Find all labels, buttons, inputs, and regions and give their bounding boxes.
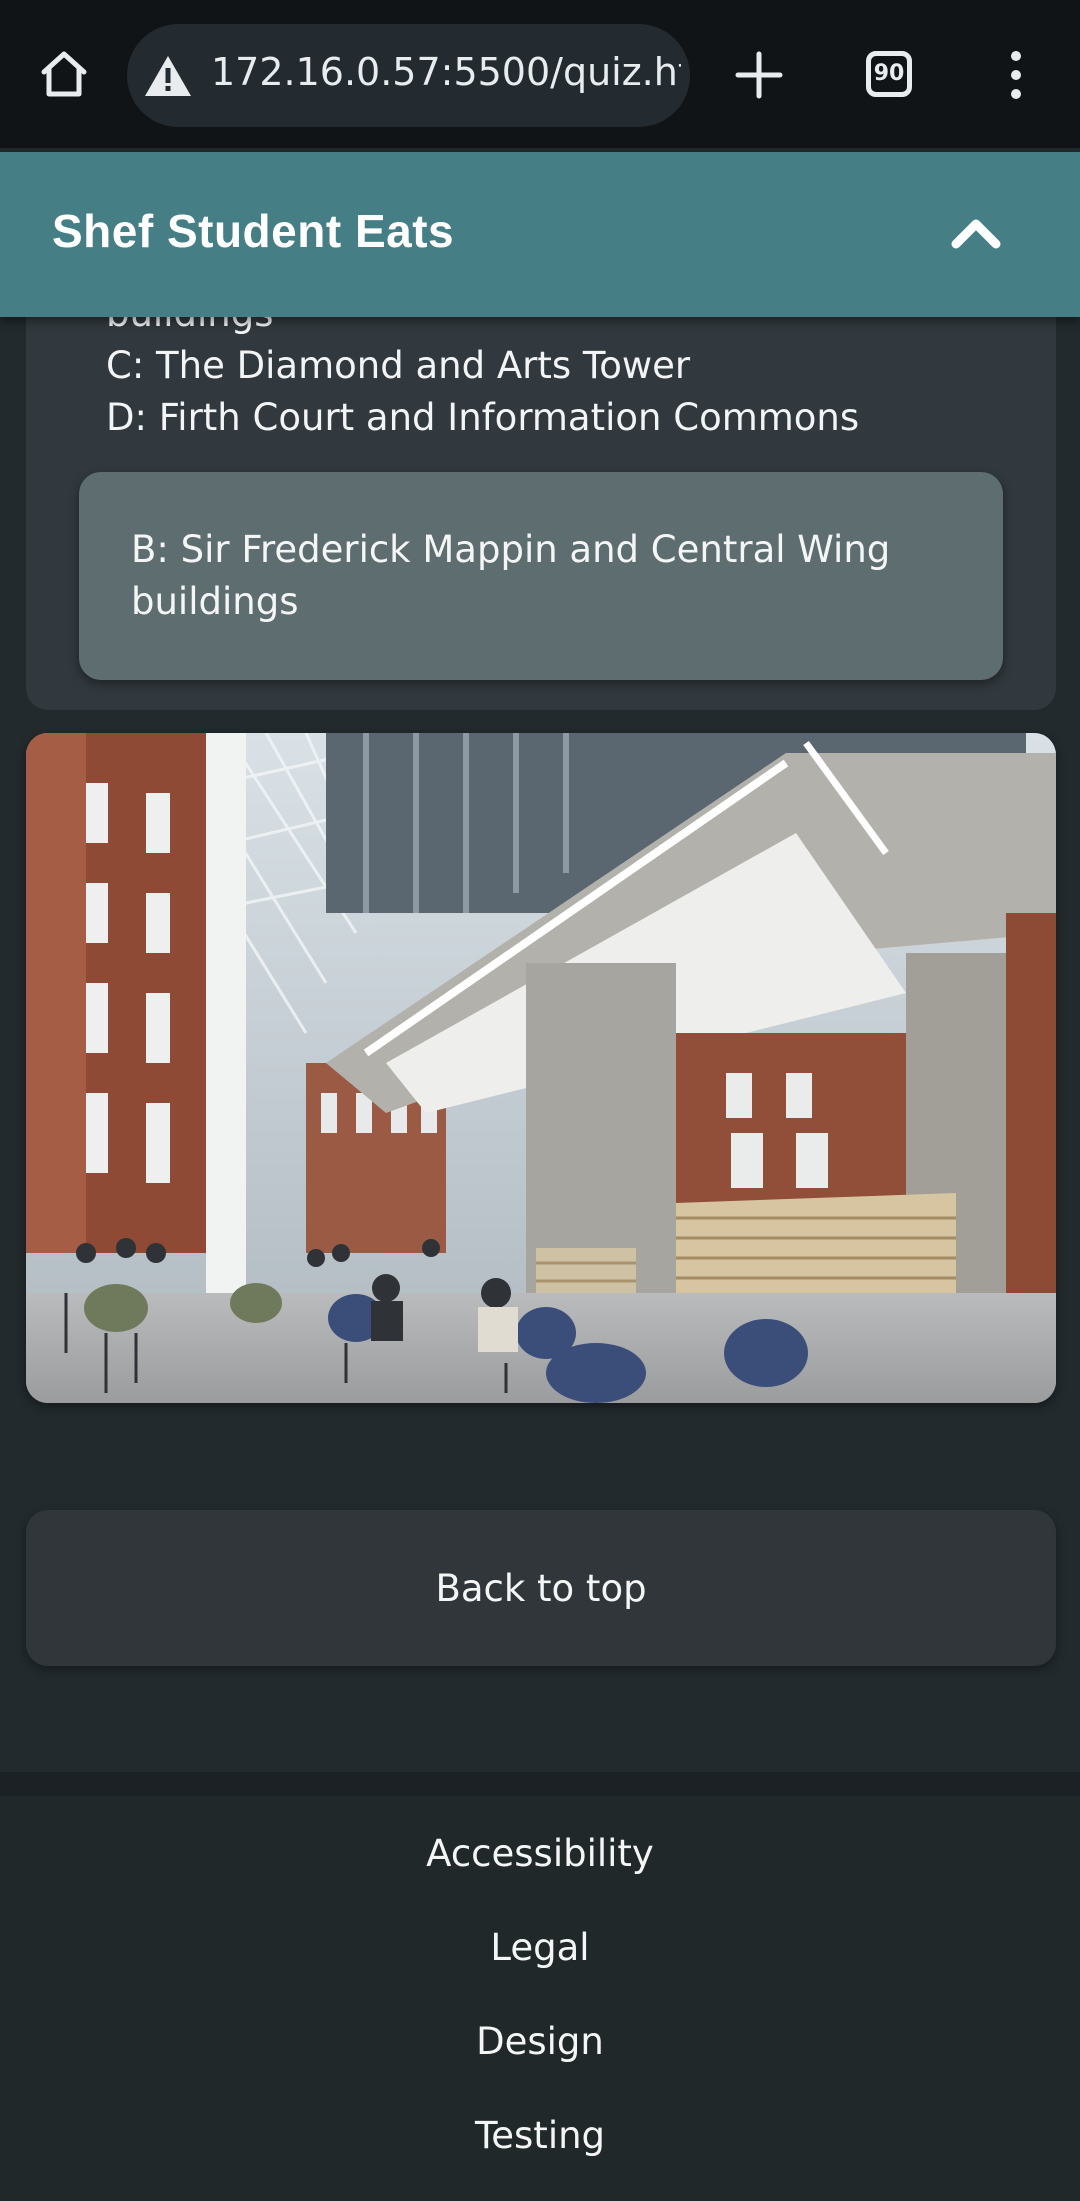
chevron-up-icon[interactable] bbox=[950, 214, 1002, 250]
quiz-option-d: D: Firth Court and Information Commons bbox=[106, 396, 860, 439]
browser-toolbar: 172.16.0.57:5500/quiz.html 90 bbox=[0, 0, 1080, 148]
footer-link-testing[interactable]: Testing bbox=[0, 2114, 1080, 2157]
back-to-top-button[interactable]: Back to top bbox=[26, 1510, 1056, 1666]
more-menu-icon[interactable] bbox=[1004, 50, 1028, 100]
footer: Accessibility Legal Design Testing bbox=[0, 1796, 1080, 2201]
app-header: Shef Student Eats bbox=[0, 152, 1080, 317]
footer-divider bbox=[0, 1772, 1080, 1796]
answer-reveal-box[interactable]: B: Sir Frederick Mappin and Central Wing… bbox=[79, 472, 1003, 680]
footer-link-legal[interactable]: Legal bbox=[0, 1926, 1080, 1969]
warning-icon[interactable] bbox=[143, 54, 193, 98]
home-icon[interactable] bbox=[36, 46, 92, 102]
building-atrium-photo bbox=[26, 733, 1056, 1403]
address-bar[interactable]: 172.16.0.57:5500/quiz.html bbox=[127, 24, 690, 127]
new-tab-icon[interactable] bbox=[734, 50, 784, 100]
footer-link-design[interactable]: Design bbox=[0, 2020, 1080, 2063]
answer-text: B: Sir Frederick Mappin and Central Wing… bbox=[131, 528, 891, 623]
footer-link-accessibility[interactable]: Accessibility bbox=[0, 1832, 1080, 1875]
url-text[interactable]: 172.16.0.57:5500/quiz.html bbox=[211, 50, 681, 94]
tab-switcher-icon[interactable]: 90 bbox=[866, 51, 912, 97]
quiz-option-c: C: The Diamond and Arts Tower bbox=[106, 344, 691, 387]
app-title[interactable]: Shef Student Eats bbox=[52, 204, 454, 258]
back-to-top-label: Back to top bbox=[435, 1566, 647, 1610]
